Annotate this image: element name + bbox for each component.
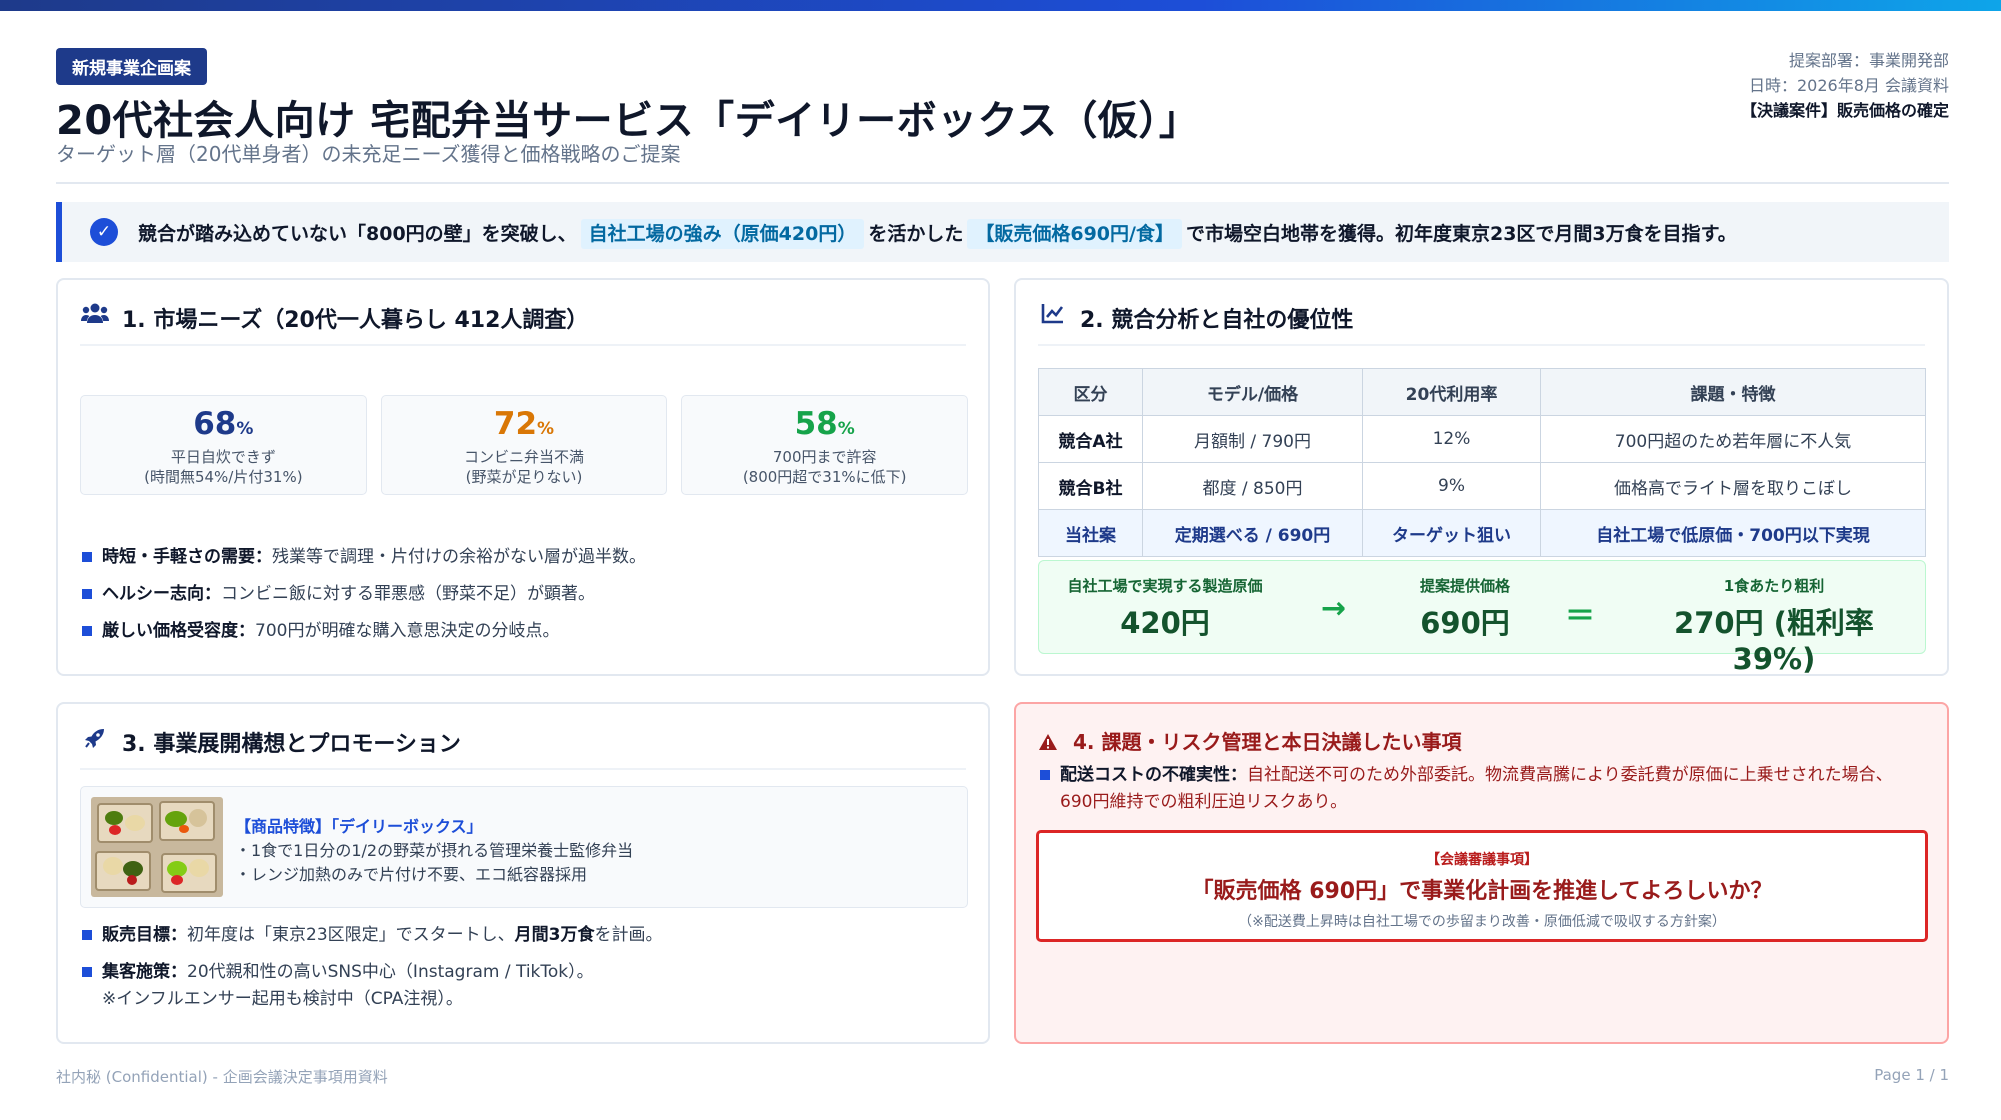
decision-ask-box: 【会議審議事項】 「販売価格 690円」で事業化計画を推進してよろしいか？ （※… — [1036, 830, 1928, 942]
decision-item: 【決議案件】販売価格の確定 — [1740, 101, 1949, 120]
header: 新規事業企画案 20代社会人向け 宅配弁当サービス「デイリーボックス（仮）」 タ… — [56, 48, 1949, 188]
stat-card: 72% コンビニ弁当不満 (野菜が足りない) — [380, 395, 668, 495]
stats-row: 68% 平日自炊できず (時間無54%/片付31%) 72% コンビニ弁当不満 … — [80, 395, 969, 495]
footer-confidential: 社内秘 (Confidential) - 企画会議決定事項用資料 — [56, 1068, 388, 1086]
stat-value: 68% — [193, 406, 254, 442]
profit-block: 1食あたり粗利 270円 (粗利率39%) — [1639, 575, 1909, 676]
section-title-text: 3. 事業展開構想とプロモーション — [122, 732, 461, 757]
bullet-item: 集客施策：20代親和性の高いSNS中心（Instagram / TikTok）。… — [80, 959, 966, 1013]
summary-banner: ✓ 競合が踏み込めていない「800円の壁」を突破し、 自社工場の強み（原価420円… — [56, 202, 1949, 262]
column-header: 20代利用率 — [1362, 368, 1541, 416]
chart-line-icon — [1038, 302, 1068, 330]
header-divider — [56, 182, 1949, 184]
check-circle-icon: ✓ — [90, 218, 118, 246]
price-value: 690円 — [1420, 606, 1510, 640]
stat-label: コンビニ弁当不満 — [464, 448, 585, 466]
table-row-own: 当社案 定期選べる / 690円 ターゲット狙い 自社工場で低原価・700円以下… — [1038, 509, 1926, 557]
meta-info: 提案部署：事業開発部 日時：2026年8月 会議資料 【決議案件】販売価格の確定 — [1741, 48, 1949, 123]
summary-part1: 競合が踏み込めていない「800円の壁」を突破し、 — [138, 222, 577, 245]
ask-question: 「販売価格 690円」で事業化計画を推進してよろしいか？ — [1191, 879, 1773, 904]
top-accent-bar — [0, 0, 2001, 11]
summary-text: 競合が踏み込めていない「800円の壁」を突破し、 自社工場の強み（原価420円）を… — [138, 218, 1737, 249]
ask-label: 【会議審議事項】 — [1426, 852, 1538, 868]
section-title: 2. 競合分析と自社の優位性 — [1038, 302, 1925, 346]
feature-title: 【商品特徴】「デイリーボックス」 — [235, 817, 483, 836]
users-icon — [80, 302, 110, 330]
bento-image — [91, 797, 223, 897]
stat-card: 58% 700円まで許容 (800円超で31%に低下) — [681, 395, 969, 495]
section-title: 4. 課題・リスク管理と本日決議したい事項 — [1038, 726, 1461, 755]
table-cell: 9% — [1362, 462, 1541, 510]
stat-label: 平日自炊できず — [170, 448, 276, 466]
market-needs-card: 1. 市場ニーズ（20代一人暮らし 412人調査） 68% 平日自炊できず (時… — [56, 278, 990, 676]
stat-note: (時間無54%/片付31%) — [144, 468, 303, 486]
profit-label: 1食あたり粗利 — [1723, 577, 1825, 595]
profit-value: 270円 (粗利率39%) — [1674, 606, 1874, 676]
stat-card: 68% 平日自炊できず (時間無54%/片付31%) — [80, 395, 367, 495]
table-header-row: 区分 モデル/価格 20代利用率 課題・特徴 — [1038, 368, 1926, 416]
cost-value: 420円 — [1120, 606, 1210, 640]
table-cell: ターゲット狙い — [1362, 509, 1541, 557]
risk-bullet: 配送コストの不確実性：自社配送不可のため外部委託。物流費高騰により委託費が原価に… — [1038, 762, 1925, 816]
section-title-text: 2. 競合分析と自社の優位性 — [1080, 308, 1354, 333]
business-plan-card: 3. 事業展開構想とプロモーション 【商品特徴】「デイリーボックス」 ・1食で1… — [56, 702, 990, 1044]
ask-note: （※配送費上昇時は自社工場での歩留まり改善・原価低減で吸収する方針案） — [1238, 914, 1726, 930]
table-cell: 競合B社 — [1038, 462, 1143, 510]
bullet-item: 時短・手軽さの需要：残業等で調理・片付けの余裕がない層が過半数。 — [80, 544, 966, 571]
department: 提案部署：事業開発部 — [1788, 51, 1949, 70]
table-cell: 12% — [1362, 415, 1541, 463]
stat-value: 72% — [493, 406, 555, 442]
profit-calc-box: 自社工場で実現する製造原価 420円 → 提案提供価格 690円 ＝ 1食あたり… — [1038, 560, 1926, 676]
table-cell: 700円超のため若年層に不人気 — [1540, 415, 1926, 463]
page-subtitle: ターゲット層（20代単身者）の未充足ニーズ獲得と価格戦略のご提案 — [56, 142, 681, 166]
category-badge: 新規事業企画案 — [56, 48, 207, 85]
section-title: 3. 事業展開構想とプロモーション — [80, 726, 966, 770]
equals-icon: ＝ — [1565, 599, 1595, 634]
stat-value: 58% — [794, 406, 855, 442]
table-cell: 都度 / 850円 — [1142, 462, 1363, 510]
section-title: 1. 市場ニーズ（20代一人暮らし 412人調査） — [80, 302, 966, 346]
column-header: 課題・特徴 — [1540, 368, 1926, 416]
competitor-table: 区分 モデル/価格 20代利用率 課題・特徴 競合A社 月額制 / 790円 1… — [1038, 368, 1926, 557]
summary-part3: で市場空白地帯を獲得。初年度東京23区で月間3万食を目指す。 — [1185, 222, 1737, 245]
table-row: 競合B社 都度 / 850円 9% 価格高でライト層を取りこぼし — [1038, 462, 1926, 510]
date: 日時：2026年8月 会議資料 — [1749, 76, 1949, 95]
stat-note: (800円超で31%に低下) — [742, 468, 907, 486]
summary-part2: を活かした — [868, 222, 964, 245]
table-cell: 月額制 / 790円 — [1142, 415, 1363, 463]
column-header: 区分 — [1038, 368, 1143, 416]
price-label: 提案提供価格 — [1419, 577, 1510, 595]
section-title-text: 4. 課題・リスク管理と本日決議したい事項 — [1072, 730, 1462, 754]
column-header: モデル/価格 — [1142, 368, 1363, 416]
cost-label: 自社工場で実現する製造原価 — [1067, 577, 1263, 595]
price-block: 提案提供価格 690円 — [1375, 575, 1555, 642]
table-cell: 価格高でライト層を取りこぼし — [1540, 462, 1926, 510]
rocket-icon — [80, 726, 110, 756]
warning-icon — [1038, 730, 1065, 754]
table-cell: 定期選べる / 690円 — [1142, 509, 1363, 557]
cost-block: 自社工場で実現する製造原価 420円 — [1055, 575, 1275, 642]
bullet-item: 厳しい価格受容度：700円が明確な購入意思決定の分岐点。 — [80, 618, 966, 645]
summary-highlight-cost: 自社工場の強み（原価420円） — [580, 218, 865, 249]
section-title-text: 1. 市場ニーズ（20代一人暮らし 412人調査） — [122, 308, 589, 333]
feature-line: ・レンジ加熱のみで片付け不要、エコ紙容器採用 — [235, 865, 588, 884]
bullet-item: ヘルシー志向：コンビニ飯に対する罪悪感（野菜不足）が顕著。 — [80, 581, 966, 608]
feature-line: ・1食で1日分の1/2の野菜が摂れる管理栄養士監修弁当 — [235, 841, 634, 860]
footer-page-number: Page 1 / 1 — [1874, 1066, 1949, 1084]
risk-card: 4. 課題・リスク管理と本日決議したい事項 配送コストの不確実性：自社配送不可の… — [1014, 702, 1949, 1044]
stat-note: (野菜が足りない) — [465, 468, 583, 486]
product-feature-box: 【商品特徴】「デイリーボックス」 ・1食で1日分の1/2の野菜が摂れる管理栄養士… — [80, 786, 968, 908]
stat-label: 700円まで許容 — [772, 448, 877, 466]
plan-bullets: 販売目標：初年度は「東京23区限定」でスタートし、月間3万食を計画。 集客施策：… — [80, 922, 966, 1023]
arrow-right-icon: → — [1321, 591, 1347, 626]
table-cell: 自社工場で低原価・700円以下実現 — [1540, 509, 1926, 557]
table-cell: 競合A社 — [1038, 415, 1143, 463]
needs-bullets: 時短・手軽さの需要：残業等で調理・片付けの余裕がない層が過半数。 ヘルシー志向：… — [80, 544, 966, 655]
table-cell: 当社案 — [1038, 509, 1143, 557]
table-row: 競合A社 月額制 / 790円 12% 700円超のため若年層に不人気 — [1038, 415, 1926, 463]
summary-highlight-price: 【販売価格690円/食】 — [967, 218, 1182, 249]
bullet-item: 販売目標：初年度は「東京23区限定」でスタートし、月間3万食を計画。 — [80, 922, 966, 949]
competitor-card: 2. 競合分析と自社の優位性 区分 モデル/価格 20代利用率 課題・特徴 競合… — [1014, 278, 1949, 676]
